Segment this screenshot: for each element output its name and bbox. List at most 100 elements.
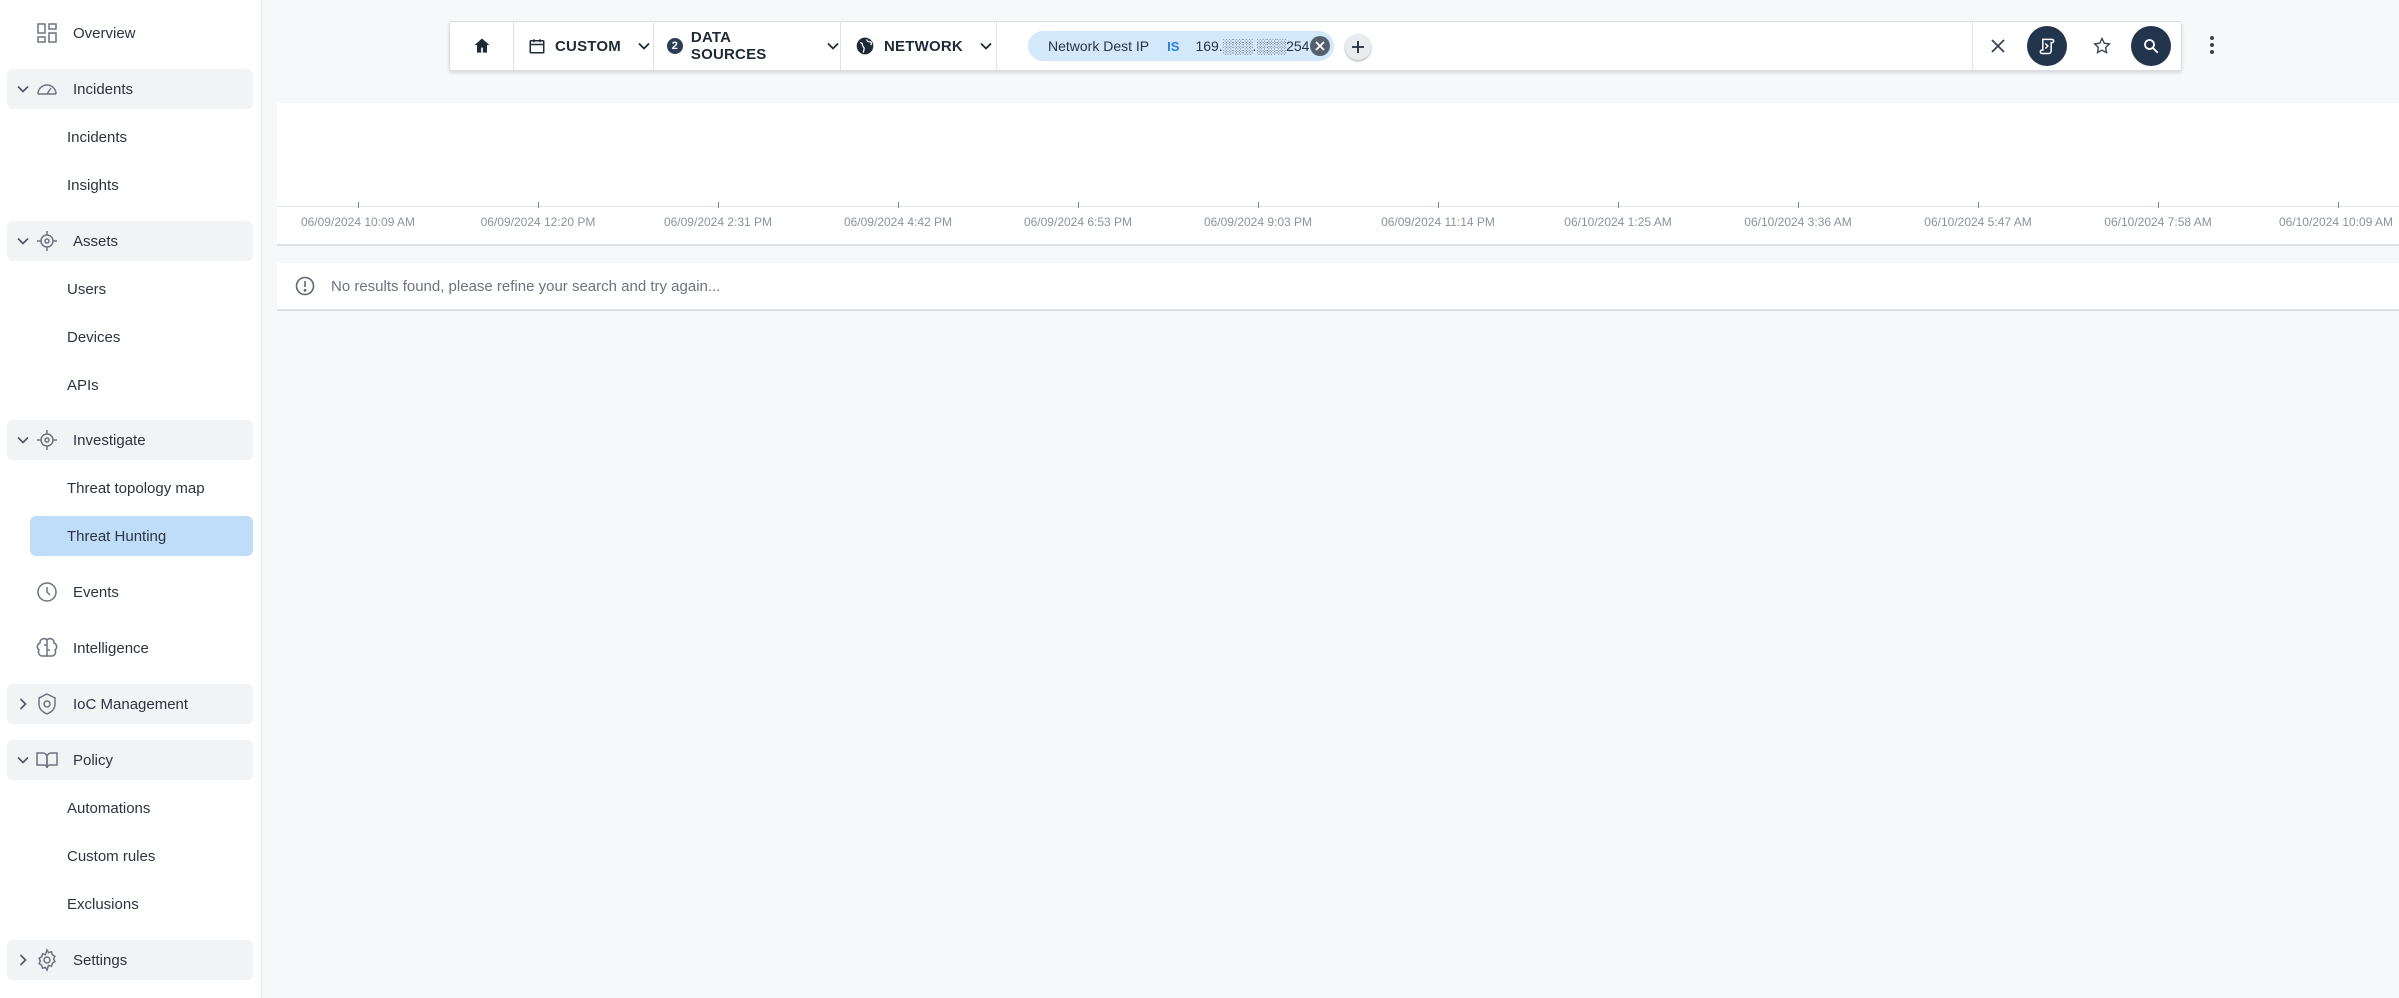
sidebar-group-label: Investigate [73,431,146,449]
sidebar-item-devices[interactable]: Devices [30,317,253,357]
sidebar-item-incidents[interactable]: Incidents [30,117,253,157]
target-icon [33,227,61,255]
chevron-right-icon [13,953,33,967]
chevron-down-icon [980,42,992,50]
timeline-tick-label: 06/10/2024 10:09 AM [2278,215,2394,229]
sidebar-item-events[interactable]: Events [7,572,253,612]
search-button[interactable] [2131,26,2171,66]
close-icon [1315,41,1325,51]
globe-icon [856,37,874,55]
sidebar-group-policy[interactable]: Policy [7,740,253,780]
save-favorite-button[interactable] [2077,22,2127,70]
query-bar: CUSTOM 2 DATA SOURCES NETWORK Network De… [449,21,2182,71]
sidebar-item-overview[interactable]: Overview [7,13,253,53]
close-icon [1991,39,2005,53]
sidebar-item-custom-rules[interactable]: Custom rules [30,836,253,876]
sidebar-group-settings[interactable]: Settings [7,940,253,980]
sidebar-group-label: Policy [73,751,114,769]
info-icon [294,275,316,297]
remove-filter-button[interactable] [1310,36,1330,56]
data-sources-dropdown[interactable]: 2 DATA SOURCES [654,22,841,70]
shield-target-icon [33,690,61,718]
clear-query-button[interactable] [1973,22,2023,70]
sidebar-item-label: Events [73,583,119,601]
chevron-down-icon [827,42,839,50]
timeline-tick [538,202,539,208]
timeline-tick-label: 06/09/2024 2:31 PM [663,215,773,229]
calendar-icon [529,39,545,54]
timeline-axis [277,206,2399,207]
sidebar-item-intelligence[interactable]: Intelligence [7,628,253,668]
category-dropdown[interactable]: NETWORK [841,22,997,70]
timeline-tick [358,202,359,208]
time-range-dropdown[interactable]: CUSTOM [514,22,654,70]
sidebar-item-insights[interactable]: Insights [30,165,253,205]
results-panel: No results found, please refine your sea… [277,263,2399,311]
sidebar-item-users[interactable]: Users [30,269,253,309]
sidebar-item-apis[interactable]: APIs [30,365,253,405]
script-icon [2039,38,2055,55]
sidebar-item-automations[interactable]: Automations [30,788,253,828]
timeline-tick-label: 06/10/2024 7:58 AM [2104,215,2212,229]
sidebar-group-incidents[interactable]: Incidents [7,69,253,109]
timeline-tick [1798,202,1799,208]
sidebar-group-label: Settings [73,951,128,969]
query-actions [1972,22,2183,70]
chevron-down-icon [13,234,33,248]
sidebar-group-label: Incidents [73,80,134,98]
kebab-icon [2210,36,2214,54]
sidebar-item-exclusions[interactable]: Exclusions [30,884,253,924]
timeline-tick-label: 06/09/2024 12:20 PM [480,215,596,229]
empty-results-message: No results found, please refine your sea… [331,277,721,295]
timeline-tick [1258,202,1259,208]
dashboard-icon [33,19,61,47]
chevron-down-icon [13,82,33,96]
sidebar-group-label: IoC Management [73,695,189,713]
timeline-tick-label: 06/10/2024 3:36 AM [1744,215,1852,229]
more-options-button[interactable] [2204,32,2220,58]
sidebar-item-threat-topology-map[interactable]: Threat topology map [30,468,253,508]
crosshair-icon [33,426,61,454]
sidebar-group-assets[interactable]: Assets [7,221,253,261]
chevron-down-icon [13,433,33,447]
filter-value: 169.░░░.░░░254 [1195,38,1310,54]
app: Overview Incidents Incidents Insights As… [0,0,2399,998]
timeline-tick [2338,202,2339,208]
home-icon [474,38,489,53]
filter-operator: IS [1167,38,1180,54]
timeline-tick [1978,202,1979,208]
data-sources-count: 2 [667,38,683,54]
chevron-down-icon [638,42,650,50]
timeline-tick-label: 06/09/2024 9:03 PM [1203,215,1313,229]
filter-field: Network Dest IP [1048,38,1150,54]
chevron-down-icon [13,753,33,767]
timeline-tick [718,202,719,208]
sidebar-item-label: Overview [73,24,136,42]
add-filter-button[interactable] [1345,34,1371,60]
gear-icon [33,946,61,974]
category-label: NETWORK [884,37,963,55]
timeline-tick [1078,202,1079,208]
sidebar-group-investigate[interactable]: Investigate [7,420,253,460]
book-icon [33,746,61,774]
timeline-tick-label: 06/10/2024 5:47 AM [1924,215,2032,229]
home-button[interactable] [450,22,514,70]
timeline-tick [2158,202,2159,208]
timeline-tick-label: 06/09/2024 6:53 PM [1023,215,1133,229]
sidebar-item-threat-hunting[interactable]: Threat Hunting [30,516,253,556]
filter-chip[interactable]: Network Dest IP IS 169.░░░.░░░254 [1028,31,1334,61]
query-language-button[interactable] [2027,26,2067,66]
sidebar: Overview Incidents Incidents Insights As… [0,0,262,998]
sidebar-item-label: Intelligence [73,639,149,657]
sidebar-group-label: Assets [73,232,119,250]
brain-icon [33,634,61,662]
time-range-label: CUSTOM [555,37,621,55]
timeline-tick-label: 06/09/2024 10:09 AM [300,215,416,229]
gauge-icon [33,75,61,103]
timeline-tick-label: 06/09/2024 11:14 PM [1381,215,1495,229]
timeline-tick-label: 06/09/2024 4:42 PM [843,215,953,229]
clock-icon [33,578,61,606]
sidebar-group-ioc-management[interactable]: IoC Management [7,684,253,724]
timeline-tick [1618,202,1619,208]
timeline-tick-label: 06/10/2024 1:25 AM [1564,215,1672,229]
